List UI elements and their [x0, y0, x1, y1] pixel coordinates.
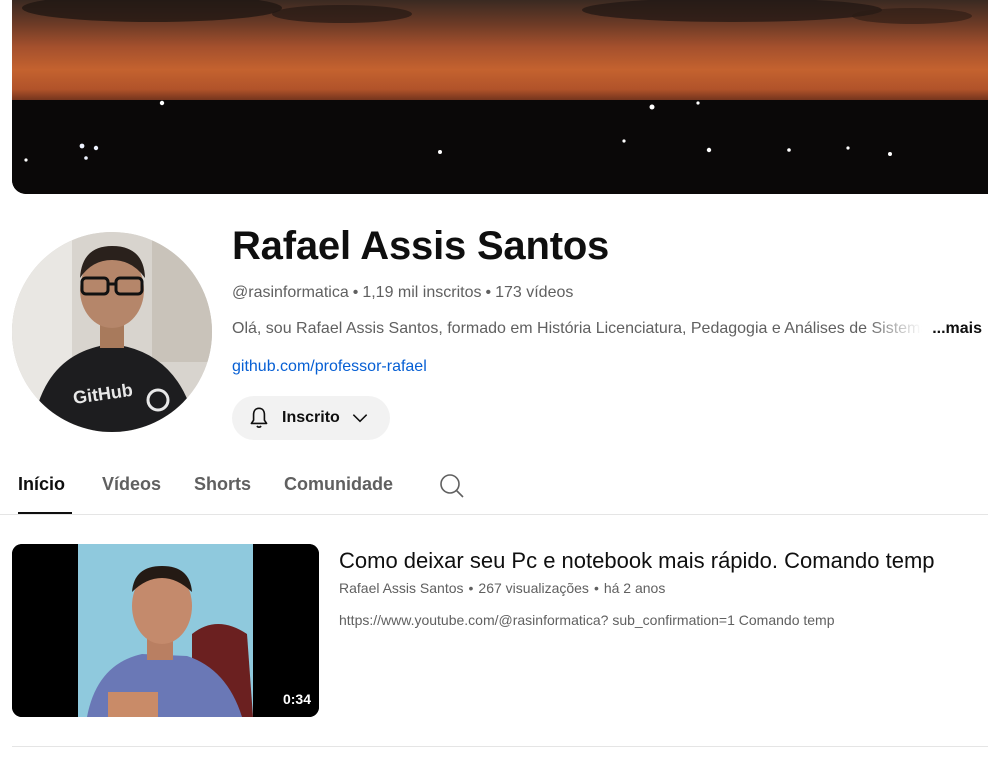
video-duration: 0:34 [282, 691, 311, 707]
channel-page: GitHub Rafael Assis Santos @rasinformati… [0, 0, 988, 765]
video-title[interactable]: Como deixar seu Pc e notebook mais rápid… [339, 546, 988, 576]
meta-separator: • [468, 580, 474, 596]
meta-separator: • [352, 284, 359, 301]
search-icon[interactable] [438, 472, 466, 500]
subscriber-count: 1,19 mil inscritos [362, 284, 482, 301]
tab-shorts[interactable]: Shorts [194, 462, 251, 514]
channel-banner [12, 0, 988, 194]
video-views: 267 visualizações [478, 580, 589, 596]
meta-separator: • [485, 284, 492, 301]
meta-separator: • [593, 580, 599, 596]
video-item[interactable]: 0:34 Como deixar seu Pc e notebook mais … [12, 544, 988, 718]
channel-handle: @rasinformatica [232, 284, 349, 301]
tab-comunidade[interactable]: Comunidade [284, 462, 393, 514]
chevron-down-icon [350, 408, 370, 428]
divider [12, 746, 988, 747]
video-description: https://www.youtube.com/@rasinformatica?… [339, 612, 835, 628]
subscribed-button[interactable]: Inscrito [232, 396, 390, 440]
subscribed-label: Inscrito [282, 409, 340, 426]
bell-icon [246, 405, 272, 431]
video-channel[interactable]: Rafael Assis Santos [339, 580, 464, 596]
channel-link[interactable]: github.com/professor-rafael [232, 357, 427, 377]
banner-image [12, 0, 988, 194]
channel-description-text: Olá, sou Rafael Assis Santos, formado em… [232, 320, 922, 337]
video-thumbnail[interactable]: 0:34 [12, 544, 319, 717]
tab-inicio[interactable]: Início [18, 462, 72, 514]
video-meta: Rafael Assis Santos • 267 visualizações • há… [339, 579, 665, 597]
channel-description[interactable]: Olá, sou Rafael Assis Santos, formado em… [232, 319, 982, 339]
more-button[interactable]: ...mais [932, 319, 982, 339]
channel-meta: @rasinformatica • 1,19 mil inscritos • 173 v… [232, 283, 573, 303]
channel-name: Rafael Assis Santos [232, 224, 610, 268]
video-count: 173 vídeos [495, 284, 574, 301]
channel-tabs: Início Vídeos Shorts Comunidade [0, 462, 988, 515]
channel-avatar: GitHub [12, 232, 212, 432]
video-age: há 2 anos [603, 580, 666, 596]
tab-videos[interactable]: Vídeos [102, 462, 161, 514]
